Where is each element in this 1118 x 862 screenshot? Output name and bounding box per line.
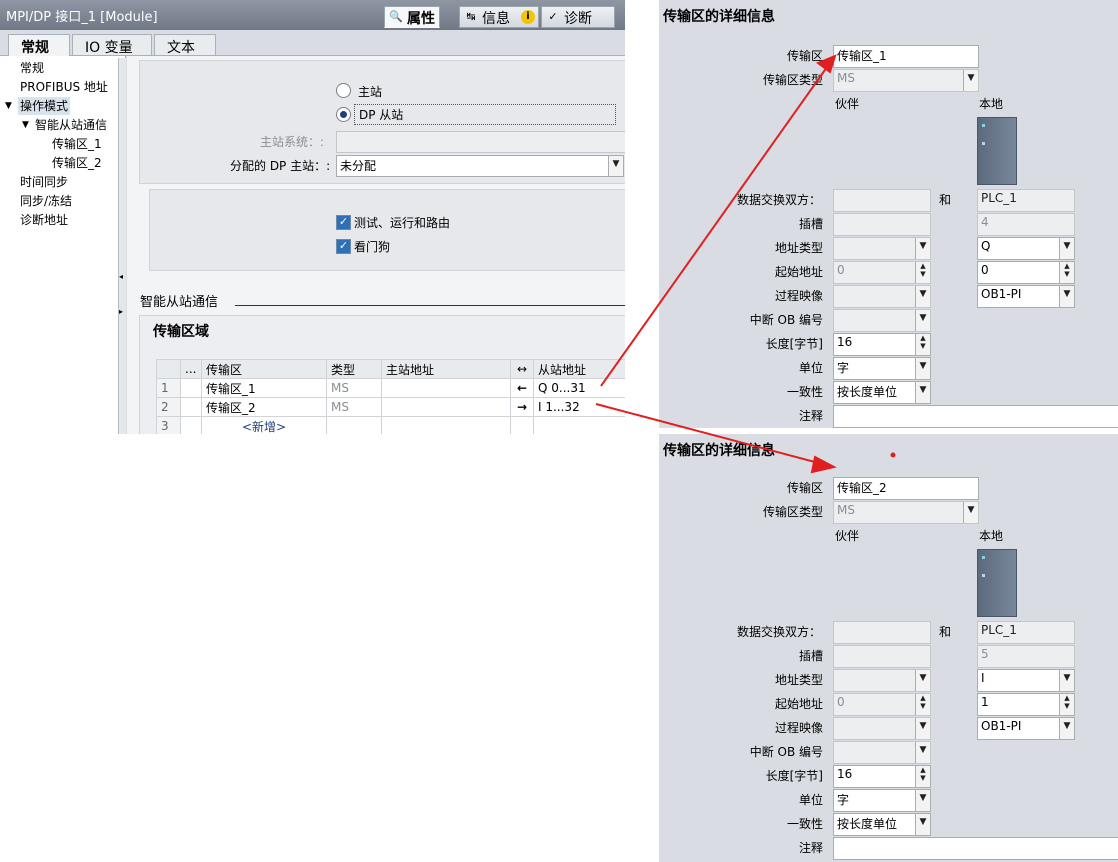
arrow-head-icon	[815, 54, 837, 74]
annotation-arrow-1	[600, 59, 833, 387]
annotation-arrows	[595, 54, 896, 474]
annotation-dot	[890, 452, 896, 458]
arrow-head-icon	[810, 455, 837, 474]
annotation-arrow-2	[595, 403, 831, 467]
